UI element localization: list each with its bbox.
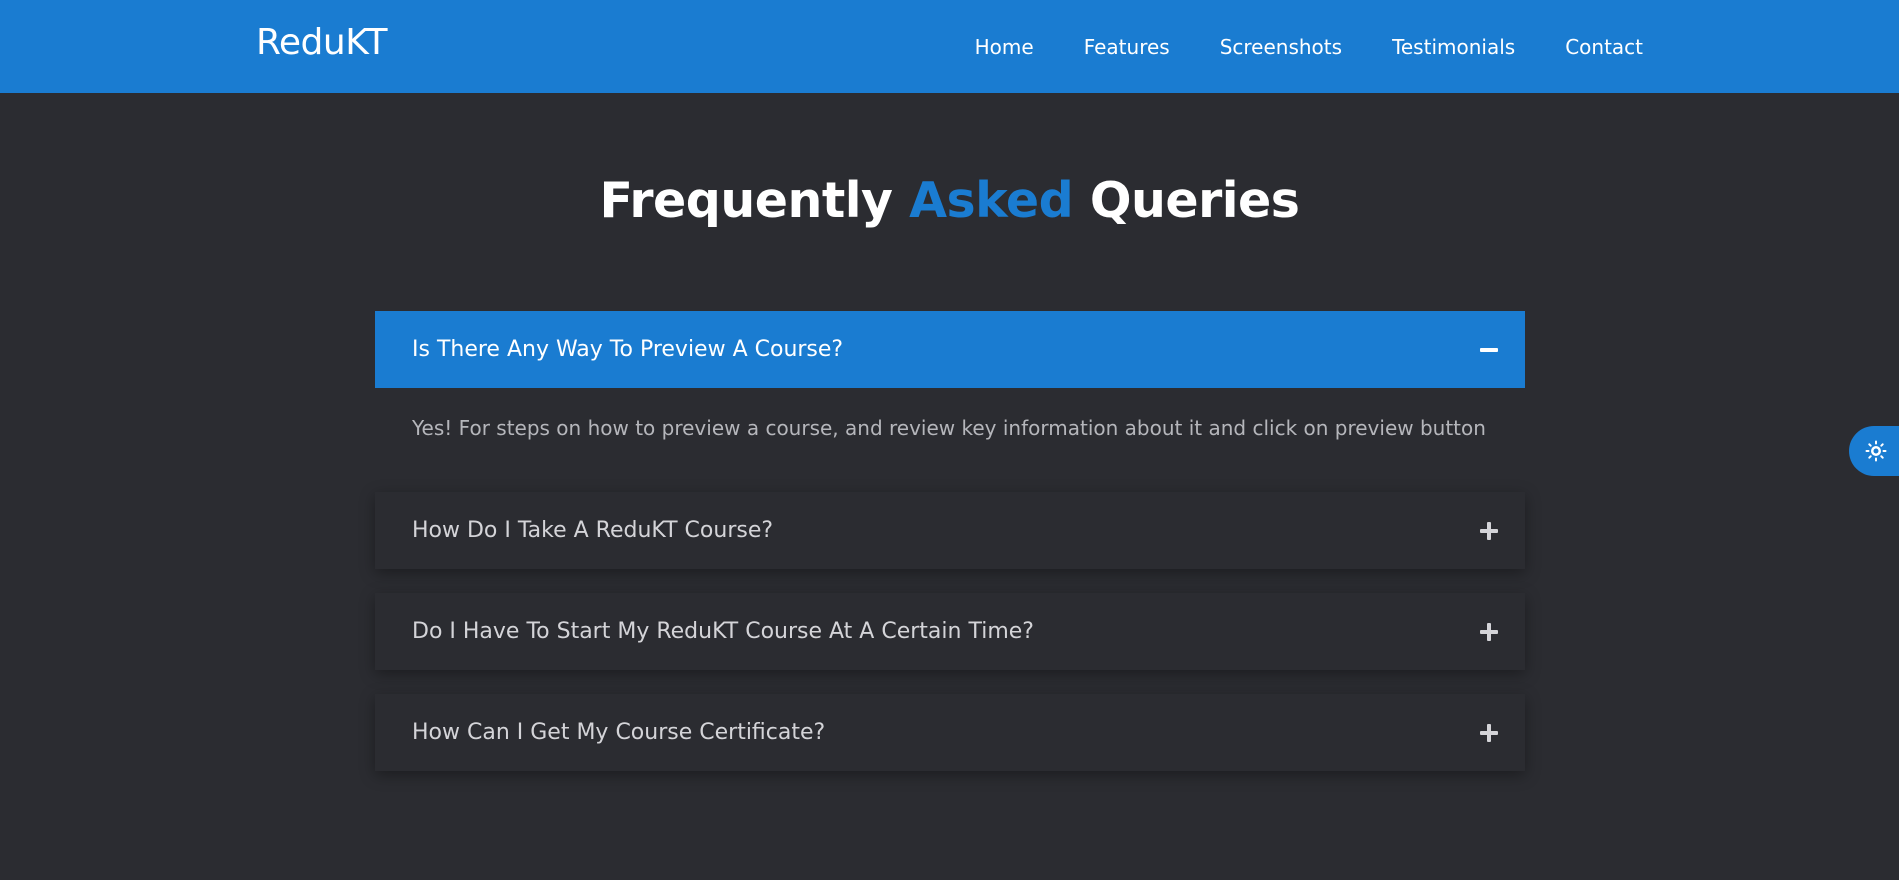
faq-header-certificate[interactable]: How Can I Get My Course Certificate? [375, 694, 1525, 771]
nav-link-screenshots[interactable]: Screenshots [1220, 35, 1342, 59]
title-accent: Asked [909, 172, 1074, 229]
nav-menu: Home Features Screenshots Testimonials C… [925, 0, 1643, 93]
navbar: ReduKT Home Features Screenshots Testimo… [0, 0, 1899, 93]
faq-question: Is There Any Way To Preview A Course? [412, 337, 844, 362]
brand-logo[interactable]: ReduKT [256, 22, 388, 63]
faq-accordion: Is There Any Way To Preview A Course? Ye… [375, 311, 1525, 795]
plus-icon[interactable] [1478, 722, 1500, 744]
faq-question: How Can I Get My Course Certificate? [412, 720, 826, 745]
minus-icon[interactable] [1478, 339, 1500, 361]
faq-question: How Do I Take A ReduKT Course? [412, 518, 774, 543]
plus-icon[interactable] [1478, 621, 1500, 643]
section-title: Frequently Asked Queries [0, 172, 1899, 229]
faq-item: How Can I Get My Course Certificate? [375, 694, 1525, 771]
faq-header-start-time[interactable]: Do I Have To Start My ReduKT Course At A… [375, 593, 1525, 670]
plus-icon[interactable] [1478, 520, 1500, 542]
nav-link-contact[interactable]: Contact [1565, 35, 1643, 59]
nav-link-features[interactable]: Features [1084, 35, 1170, 59]
faq-item: Is There Any Way To Preview A Course? Ye… [375, 311, 1525, 460]
faq-question: Do I Have To Start My ReduKT Course At A… [412, 619, 1034, 644]
faq-item: Do I Have To Start My ReduKT Course At A… [375, 593, 1525, 670]
sun-icon [1865, 440, 1887, 462]
faq-item: How Do I Take A ReduKT Course? [375, 492, 1525, 569]
faq-header-take-course[interactable]: How Do I Take A ReduKT Course? [375, 492, 1525, 569]
nav-link-testimonials[interactable]: Testimonials [1392, 35, 1515, 59]
nav-link-home[interactable]: Home [975, 35, 1034, 59]
theme-toggle-button[interactable] [1849, 426, 1899, 476]
faq-answer: Yes! For steps on how to preview a cours… [412, 416, 1486, 440]
title-part-1: Frequently [599, 172, 893, 229]
title-part-2: Queries [1089, 172, 1300, 229]
faq-header-preview-course[interactable]: Is There Any Way To Preview A Course? [375, 311, 1525, 388]
